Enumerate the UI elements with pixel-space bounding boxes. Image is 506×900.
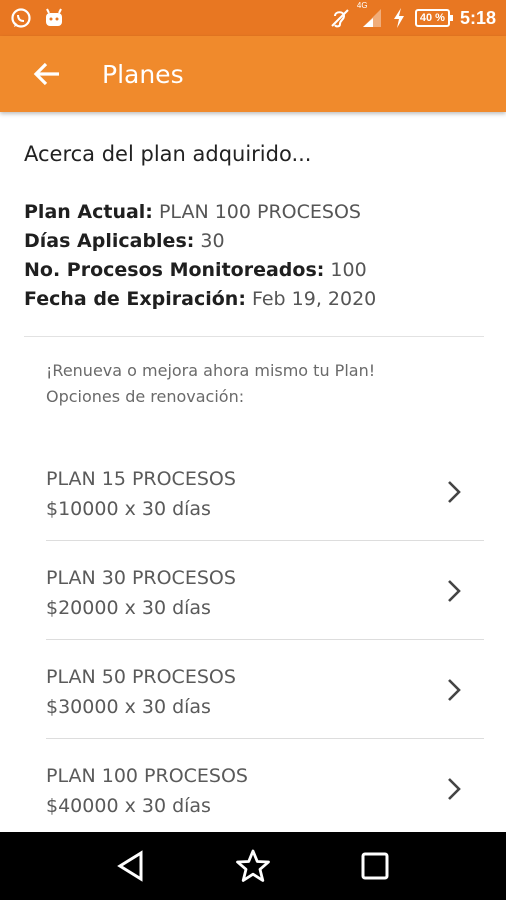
app-bar: Planes bbox=[0, 36, 506, 112]
plan-option-price: $20000 x 30 días bbox=[46, 597, 211, 619]
notification-bot-icon bbox=[44, 8, 64, 28]
plan-option-100[interactable]: PLAN 100 PROCESOS $40000 x 30 días bbox=[46, 739, 484, 832]
renewal-subtitle: Opciones de renovación: bbox=[46, 387, 245, 406]
signal-icon: 4G bbox=[357, 1, 383, 29]
plan-option-15[interactable]: PLAN 15 PROCESOS $10000 x 30 días bbox=[46, 442, 484, 541]
current-plan-value: PLAN 100 PROCESOS bbox=[158, 201, 361, 223]
plan-option-50[interactable]: PLAN 50 PROCESOS $30000 x 30 días bbox=[46, 640, 484, 739]
chevron-right-icon bbox=[448, 679, 461, 701]
expiration-value: Feb 19, 2020 bbox=[251, 288, 377, 310]
current-plan-label: Plan Actual: bbox=[24, 201, 153, 223]
network-label: 4G bbox=[356, 1, 368, 10]
nav-back-button[interactable] bbox=[111, 846, 151, 886]
plan-option-name: PLAN 50 PROCESOS bbox=[46, 666, 236, 688]
chevron-right-icon bbox=[448, 580, 461, 602]
system-nav-bar bbox=[0, 832, 506, 900]
status-time: 5:18 bbox=[459, 7, 496, 28]
expiration-label: Fecha de Expiración: bbox=[24, 288, 246, 310]
processes-row: No. Procesos Monitoreados: 100 bbox=[24, 256, 376, 285]
chevron-right-icon bbox=[448, 481, 461, 503]
section-title: Acerca del plan adquirido... bbox=[24, 142, 312, 166]
plan-option-price: $40000 x 30 días bbox=[46, 795, 211, 817]
nav-home-button[interactable] bbox=[233, 846, 273, 886]
days-value: 30 bbox=[200, 230, 225, 252]
battery-indicator: 40 % bbox=[414, 9, 454, 27]
nav-recents-button[interactable] bbox=[355, 846, 395, 886]
processes-value: 100 bbox=[330, 259, 367, 281]
triangle-back-icon bbox=[117, 850, 143, 882]
days-label: Días Aplicables: bbox=[24, 230, 195, 252]
plan-option-30[interactable]: PLAN 30 PROCESOS $20000 x 30 días bbox=[46, 541, 484, 640]
plan-option-price: $30000 x 30 días bbox=[46, 696, 211, 718]
plan-option-name: PLAN 100 PROCESOS bbox=[46, 765, 248, 787]
chevron-right-icon bbox=[448, 778, 461, 800]
renewal-options-list: PLAN 15 PROCESOS $10000 x 30 días PLAN 3… bbox=[46, 442, 484, 832]
arrow-back-icon bbox=[33, 62, 59, 86]
charging-icon bbox=[393, 8, 405, 28]
plan-option-name: PLAN 15 PROCESOS bbox=[46, 468, 236, 490]
expiration-row: Fecha de Expiración: Feb 19, 2020 bbox=[24, 285, 376, 314]
main-content: Acerca del plan adquirido... Plan Actual… bbox=[0, 112, 506, 832]
processes-label: No. Procesos Monitoreados: bbox=[24, 259, 325, 281]
renewal-intro: ¡Renueva o mejora ahora mismo tu Plan! O… bbox=[46, 358, 375, 410]
whatsapp-icon bbox=[10, 7, 32, 29]
page-title: Planes bbox=[102, 59, 184, 89]
hearing-aid-icon bbox=[329, 7, 351, 29]
current-plan-row: Plan Actual: PLAN 100 PROCESOS bbox=[24, 198, 376, 227]
renewal-headline: ¡Renueva o mejora ahora mismo tu Plan! bbox=[46, 361, 376, 380]
divider bbox=[24, 336, 484, 337]
status-bar: 4G 40 % 5:18 bbox=[0, 0, 506, 36]
star-icon bbox=[236, 849, 270, 882]
square-recents-icon bbox=[361, 852, 389, 880]
plan-option-name: PLAN 30 PROCESOS bbox=[46, 567, 236, 589]
back-button[interactable] bbox=[30, 57, 64, 91]
days-row: Días Aplicables: 30 bbox=[24, 227, 376, 256]
plan-option-price: $10000 x 30 días bbox=[46, 498, 211, 520]
plan-info: Plan Actual: PLAN 100 PROCESOS Días Apli… bbox=[24, 198, 376, 314]
